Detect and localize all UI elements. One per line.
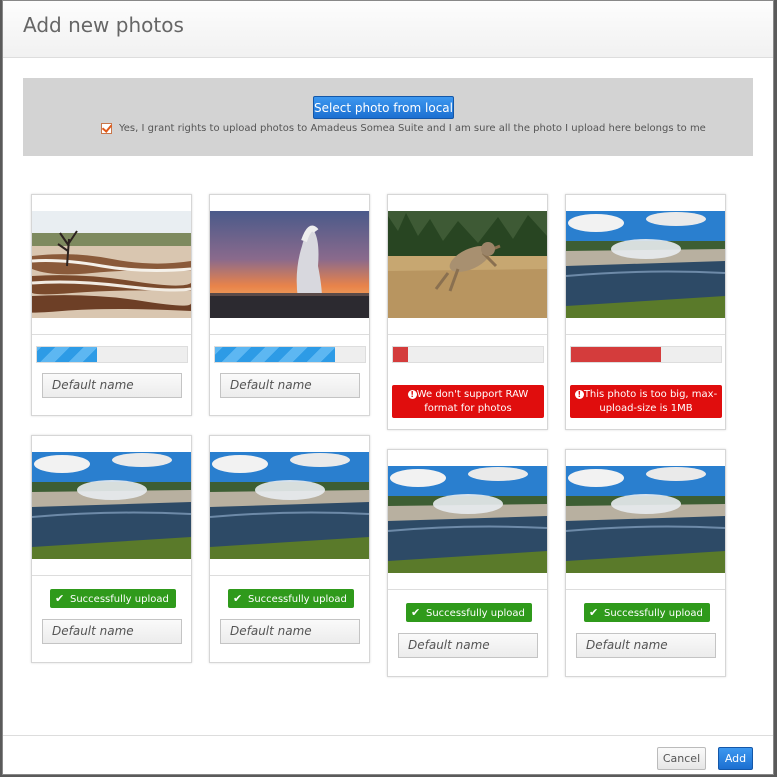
photo-name-input[interactable]: Default name xyxy=(220,373,360,398)
photo-name-input[interactable]: Default name xyxy=(42,373,182,398)
upload-success-badge: ✔ Successfully upload xyxy=(584,603,710,622)
upload-progress-bar xyxy=(36,346,188,363)
photo-thumbnail xyxy=(566,466,725,573)
alert-icon: ! xyxy=(574,389,584,399)
photo-card: Default name xyxy=(209,194,370,416)
modal-header: Add new photos xyxy=(3,1,773,58)
upload-success-badge: ✔ Successfully upload xyxy=(228,589,354,608)
card-divider xyxy=(566,334,725,335)
modal-footer-divider xyxy=(3,735,773,736)
card-divider xyxy=(210,575,369,576)
upload-area: Select photo from local Yes, I grant rig… xyxy=(23,78,753,156)
photo-card: ✔ Successfully upload Default name xyxy=(209,435,370,663)
alert-icon: ! xyxy=(407,389,417,399)
photo-name-input[interactable]: Default name xyxy=(576,633,716,658)
upload-error-message: ! This photo is too big, max-upload-size … xyxy=(570,385,722,418)
upload-error-message: ! We don't support RAW format for photos xyxy=(392,385,544,418)
card-divider xyxy=(32,575,191,576)
photo-card: ✔ Successfully upload Default name xyxy=(31,435,192,663)
checkmark-icon: ✔ xyxy=(411,606,421,619)
photo-thumbnail xyxy=(210,211,369,318)
photo-name-input[interactable]: Default name xyxy=(42,619,182,644)
add-button[interactable]: Add xyxy=(718,747,753,770)
photo-thumbnail xyxy=(566,211,725,318)
grant-rights-label: Yes, I grant rights to upload photos to … xyxy=(119,123,706,134)
photo-thumbnail xyxy=(388,211,547,318)
photo-thumbnail xyxy=(210,452,369,559)
modal-title: Add new photos xyxy=(23,13,184,37)
upload-progress-bar xyxy=(214,346,366,363)
upload-progress-bar xyxy=(570,346,722,363)
card-divider xyxy=(388,589,547,590)
photo-name-input[interactable]: Default name xyxy=(220,619,360,644)
card-divider xyxy=(210,334,369,335)
card-divider xyxy=(388,334,547,335)
cancel-button[interactable]: Cancel xyxy=(657,747,706,770)
photo-card: Default name xyxy=(31,194,192,416)
add-photos-modal: Add new photos Select photo from local Y… xyxy=(2,0,774,775)
grant-rights-row[interactable]: Yes, I grant rights to upload photos to … xyxy=(101,123,706,134)
photo-thumbnail xyxy=(32,211,191,318)
upload-success-badge: ✔ Successfully upload xyxy=(406,603,532,622)
checkmark-icon: ✔ xyxy=(589,606,599,619)
photo-card: ✔ Successfully upload Default name xyxy=(387,449,548,677)
photo-card: ! We don't support RAW format for photos xyxy=(387,194,548,430)
card-divider xyxy=(32,334,191,335)
upload-progress-bar xyxy=(392,346,544,363)
photo-thumbnail xyxy=(32,452,191,559)
photo-card: ! This photo is too big, max-upload-size … xyxy=(565,194,726,430)
card-divider xyxy=(566,589,725,590)
photo-name-input[interactable]: Default name xyxy=(398,633,538,658)
checkmark-icon: ✔ xyxy=(233,592,243,605)
checkmark-icon: ✔ xyxy=(55,592,65,605)
select-photo-button[interactable]: Select photo from local xyxy=(313,96,454,119)
upload-success-badge: ✔ Successfully upload xyxy=(50,589,176,608)
photo-card: ✔ Successfully upload Default name xyxy=(565,449,726,677)
photo-thumbnail xyxy=(388,466,547,573)
grant-rights-checkbox[interactable] xyxy=(101,123,112,134)
